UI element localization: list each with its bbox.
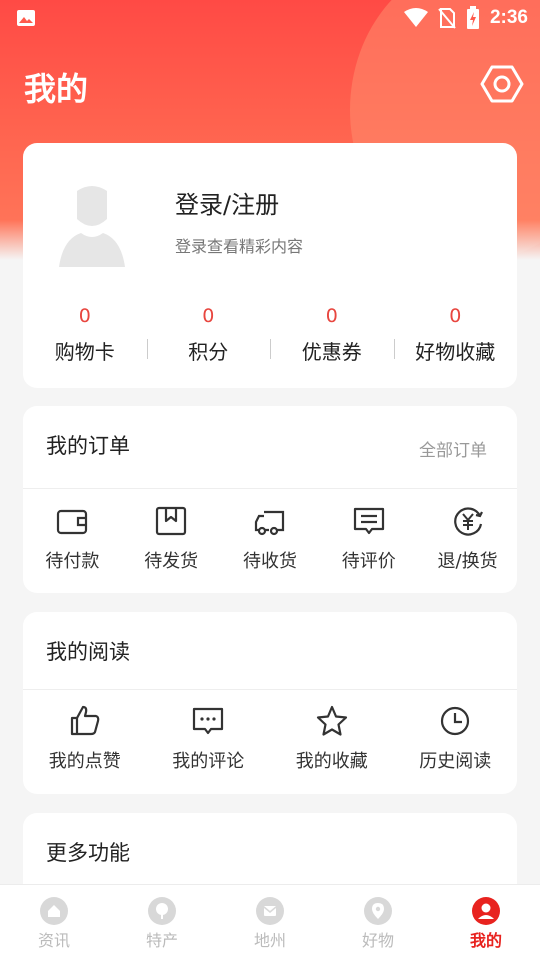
user-icon <box>472 897 500 925</box>
stat-value: 0 <box>202 305 215 327</box>
order-pending-receipt[interactable]: 待收货 <box>221 504 320 574</box>
location-icon <box>364 897 392 925</box>
tab-label: 我的 <box>469 931 502 950</box>
no-sim-icon <box>438 8 456 29</box>
reading-label: 历史阅读 <box>419 751 492 772</box>
stat-coupons[interactable]: 0 优惠券 <box>270 301 394 367</box>
page-title: 我的 <box>24 70 89 108</box>
reading-label: 我的评论 <box>172 751 245 772</box>
reading-history[interactable]: 历史阅读 <box>394 704 518 774</box>
reading-card: 我的阅读 我的点赞 我的评论 我的收藏 历史阅读 <box>23 612 517 794</box>
wallet-icon <box>57 509 88 535</box>
all-orders-link[interactable]: 全部订单 <box>419 436 487 461</box>
order-label: 待发货 <box>144 551 199 572</box>
tree-icon <box>148 897 176 925</box>
order-label: 待付款 <box>45 551 100 572</box>
tab-label: 好物 <box>361 931 394 950</box>
orders-header: 我的订单 全部订单 <box>23 406 517 489</box>
login-subtitle: 登录查看精彩内容 <box>175 237 304 256</box>
order-label: 退/换货 <box>437 551 498 572</box>
reading-likes[interactable]: 我的点赞 <box>23 704 147 774</box>
reading-favorites[interactable]: 我的收藏 <box>270 704 394 774</box>
profile-card: 登录/注册 登录查看精彩内容 0 购物卡 0 积分 0 优惠券 0 好物收藏 <box>23 143 517 388</box>
order-pending-review[interactable]: 待评价 <box>319 504 418 574</box>
chat-icon <box>193 707 224 735</box>
tab-region[interactable]: 地州 <box>216 885 324 960</box>
order-refund-exchange[interactable]: 退/换货 <box>418 504 517 574</box>
stat-label: 优惠券 <box>301 340 362 364</box>
tab-mine[interactable]: 我的 <box>432 885 540 960</box>
tab-news[interactable]: 资讯 <box>0 885 108 960</box>
more-functions-title: 更多功能 <box>46 841 130 865</box>
thumbs-up-icon <box>70 705 100 736</box>
login-register-link[interactable]: 登录/注册 <box>175 185 279 220</box>
status-bar: 2:36 <box>0 0 540 36</box>
orders-title: 我的订单 <box>46 434 130 458</box>
order-label: 待评价 <box>341 551 396 572</box>
reading-comments[interactable]: 我的评论 <box>147 704 271 774</box>
truck-icon <box>254 510 285 536</box>
home-icon <box>40 897 68 925</box>
reading-grid: 我的点赞 我的评论 我的收藏 历史阅读 <box>23 704 517 774</box>
tab-label: 特产 <box>145 931 178 950</box>
settings-icon[interactable] <box>480 62 524 106</box>
order-pending-payment[interactable]: 待付款 <box>23 504 122 574</box>
reading-header: 我的阅读 <box>23 612 517 690</box>
tab-specialty[interactable]: 特产 <box>108 885 216 960</box>
bottom-tab-bar: 资讯 特产 地州 好物 我的 <box>0 884 540 960</box>
stat-value: 0 <box>325 305 338 327</box>
tab-label: 资讯 <box>37 931 70 950</box>
status-time: 2:36 <box>489 7 528 28</box>
reading-title: 我的阅读 <box>46 640 130 664</box>
tab-label: 地州 <box>253 931 286 950</box>
tab-goods[interactable]: 好物 <box>324 885 432 960</box>
stat-label: 购物卡 <box>54 340 115 364</box>
stat-label: 积分 <box>188 340 229 364</box>
stat-points[interactable]: 0 积分 <box>146 301 271 367</box>
comment-icon <box>353 507 384 535</box>
reading-label: 我的收藏 <box>295 751 368 772</box>
stat-favorites[interactable]: 0 好物收藏 <box>393 301 518 367</box>
gallery-notification-icon <box>17 10 35 26</box>
stat-shopping-card[interactable]: 0 购物卡 <box>23 301 147 367</box>
battery-charging-icon <box>466 6 479 29</box>
stat-value: 0 <box>449 305 462 327</box>
stat-value: 0 <box>78 305 91 327</box>
orders-card: 我的订单 全部订单 待付款 待发货 待收货 待评价 退/换货 <box>23 406 517 593</box>
stats-row: 0 购物卡 0 积分 0 优惠券 0 好物收藏 <box>23 301 517 367</box>
mail-icon <box>256 897 284 925</box>
order-pending-shipment[interactable]: 待发货 <box>122 504 221 574</box>
star-icon <box>316 705 347 736</box>
box-icon <box>156 506 187 536</box>
stat-label: 好物收藏 <box>415 340 496 364</box>
wifi-icon <box>403 8 428 27</box>
clock-icon <box>441 706 470 736</box>
refund-icon <box>453 507 483 536</box>
orders-grid: 待付款 待发货 待收货 待评价 退/换货 <box>23 504 517 574</box>
avatar[interactable] <box>57 181 127 267</box>
reading-label: 我的点赞 <box>48 751 121 772</box>
order-label: 待收货 <box>242 551 297 572</box>
